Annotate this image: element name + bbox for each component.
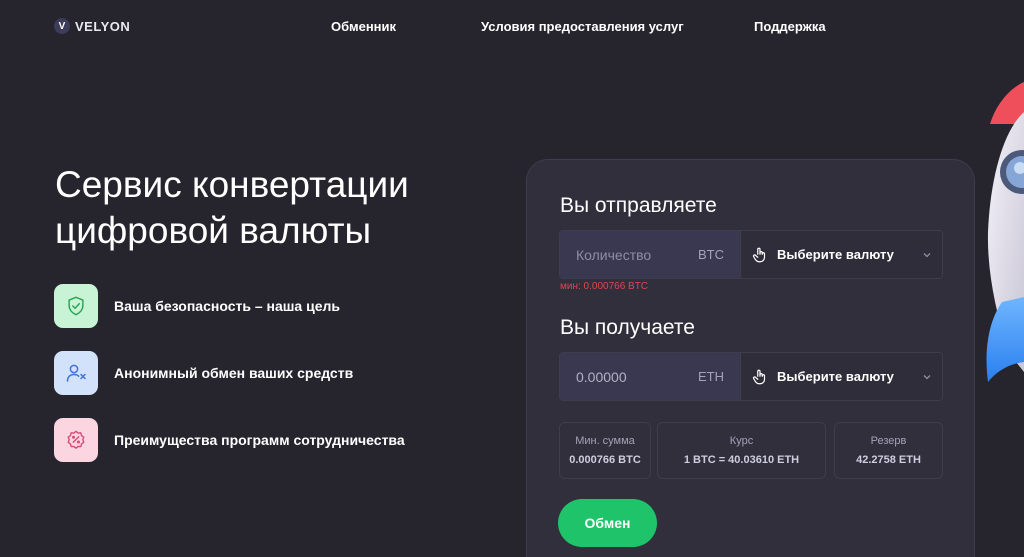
feature-label: Анонимный обмен ваших средств	[114, 365, 354, 381]
min-amount-note: мин: 0.000766 BTC	[560, 281, 649, 292]
send-select-label: Выберите валюту	[777, 247, 894, 262]
nav-link-support[interactable]: Поддержка	[754, 19, 826, 34]
stat-label: Курс	[729, 435, 754, 447]
exchange-button[interactable]: Обмен	[558, 499, 657, 547]
receive-amount-field[interactable]: 0.00000 ETH	[560, 353, 740, 400]
exchange-card: Вы отправляете Количество BTC Выберите в…	[526, 159, 975, 557]
send-row: Количество BTC Выберите валюту	[559, 230, 943, 279]
rocket-illustration	[986, 82, 1024, 382]
user-x-icon	[54, 351, 98, 395]
hand-pointer-icon	[752, 247, 766, 262]
logo[interactable]: V VELYON	[54, 18, 130, 34]
feature-partnership: Преимущества программ сотрудничества	[54, 418, 405, 462]
receive-amount-value: 0.00000	[576, 368, 627, 385]
stat-rate: Курс 1 BTC = 40.03610 ETH	[657, 422, 826, 479]
nav-link-terms[interactable]: Условия предоставления услуг	[481, 19, 684, 34]
hero-title: Сервис конвертации цифровой валюты	[55, 162, 495, 254]
chevron-down-icon	[923, 252, 931, 257]
stat-label: Резерв	[870, 435, 907, 447]
chevron-down-icon	[923, 374, 931, 379]
receive-title: Вы получаете	[560, 316, 695, 339]
logo-text: VELYON	[75, 18, 131, 34]
shield-check-icon	[54, 284, 98, 328]
send-currency-select[interactable]: Выберите валюту	[740, 231, 942, 278]
percent-badge-icon	[54, 418, 98, 462]
send-amount-placeholder: Количество	[576, 246, 652, 263]
logo-mark: V	[54, 18, 70, 34]
hero-title-line-2: цифровой валюты	[55, 210, 372, 251]
hero-title-line-1: Сервис конвертации	[55, 164, 409, 205]
stat-min-amount: Мин. сумма 0.000766 BTC	[559, 422, 651, 479]
stat-value: 0.000766 BTC	[569, 454, 641, 466]
stat-reserve: Резерв 42.2758 ETH	[834, 422, 943, 479]
receive-currency-select[interactable]: Выберите валюту	[740, 353, 942, 400]
feature-anonymous: Анонимный обмен ваших средств	[54, 351, 353, 395]
stat-value: 42.2758 ETH	[856, 454, 921, 466]
hand-pointer-icon	[752, 369, 766, 384]
feature-label: Ваша безопасность – наша цель	[114, 298, 340, 314]
receive-select-label: Выберите валюту	[777, 369, 894, 384]
send-title: Вы отправляете	[560, 194, 717, 217]
send-amount-input[interactable]: Количество BTC	[560, 231, 740, 278]
feature-security: Ваша безопасность – наша цель	[54, 284, 340, 328]
nav-link-exchanger[interactable]: Обменник	[331, 19, 396, 34]
send-currency-code: BTC	[698, 247, 724, 262]
feature-label: Преимущества программ сотрудничества	[114, 432, 405, 448]
receive-row: 0.00000 ETH Выберите валюту	[559, 352, 943, 401]
receive-currency-code: ETH	[698, 369, 724, 384]
stat-value: 1 BTC = 40.03610 ETH	[683, 454, 800, 466]
stat-label: Мин. сумма	[575, 435, 635, 447]
